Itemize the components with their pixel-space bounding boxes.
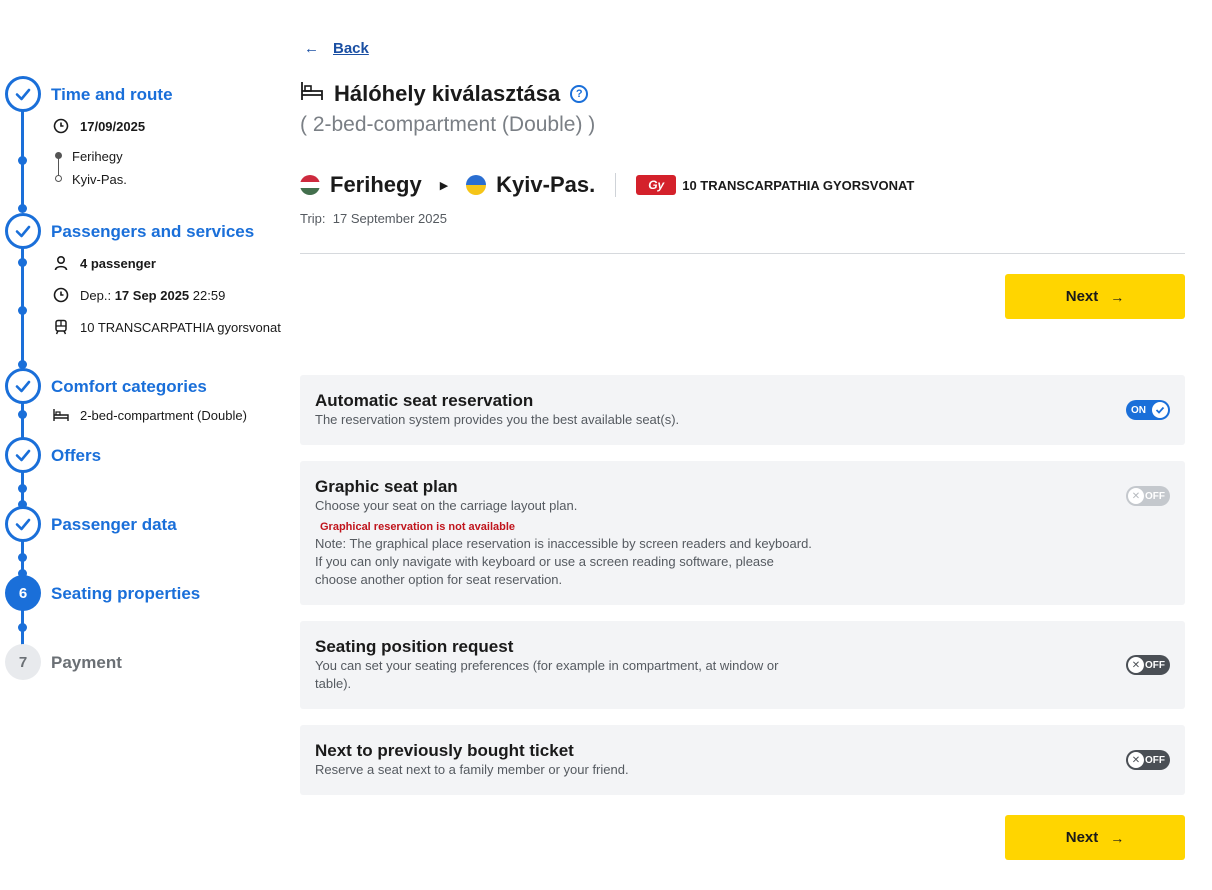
stepper-dot <box>18 553 27 562</box>
option-graphic-seat-plan: Graphic seat plan Choose your seat on th… <box>300 461 1185 605</box>
toggle-label: OFF <box>1145 659 1165 671</box>
back-link[interactable]: ← Back <box>304 40 369 57</box>
next-label: Next <box>1065 829 1099 846</box>
ukraine-flag-icon <box>466 175 487 195</box>
option-next-to-previous-ticket: Next to previously bought ticket Reserve… <box>300 725 1185 795</box>
comfort-category: 2-bed-compartment (Double) <box>80 407 247 423</box>
stepper-dot <box>18 204 27 213</box>
train-icon <box>52 318 70 336</box>
option-note: Note: The graphical place reservation is… <box>315 536 812 587</box>
step-detail-departure: Dep.: 17 Sep 2025 22:59 <box>52 286 225 304</box>
stepper-dot <box>18 410 27 419</box>
option-title: Automatic seat reservation <box>315 391 534 410</box>
page-title: Hálóhely kiválasztása <box>334 80 561 106</box>
option-description: Reserve a seat next to a family member o… <box>315 762 629 777</box>
bed-icon <box>52 406 70 424</box>
help-icon[interactable]: ? <box>570 84 589 103</box>
train-name: 10 TRANSCARPATHIA GYORSVONAT <box>682 177 915 193</box>
step-title-payment: Payment <box>51 653 122 672</box>
arrow-left-icon: ← <box>304 40 319 57</box>
option-description: You can set your seating preferences (fo… <box>315 658 779 691</box>
option-description: Choose your seat on the carriage layout … <box>315 498 578 513</box>
next-label: Next <box>1065 288 1099 305</box>
step-number-current: 6 <box>5 575 41 611</box>
route-from-station: Ferihegy <box>330 172 422 197</box>
route-date: 17/09/2025 <box>80 118 146 134</box>
train-name: 10 TRANSCARPATHIA gyorsvonat <box>80 319 281 335</box>
trip-label: Trip: <box>300 211 326 226</box>
step-title-offers[interactable]: Offers <box>51 446 101 466</box>
toggle-label: ON <box>1131 404 1146 416</box>
step-done-check-icon[interactable] <box>5 506 41 542</box>
person-icon <box>52 254 70 272</box>
route-summary: Ferihegy ▶ Kyiv-Pas. Gy 10 TRANSCARPATHI… <box>300 170 914 200</box>
trip-date: Trip: 17 September 2025 <box>300 211 447 226</box>
stepper-dot <box>18 623 27 632</box>
stepper-rail <box>21 403 24 438</box>
stepper-dot <box>18 306 27 315</box>
automatic-reservation-toggle[interactable]: ON <box>1126 400 1170 420</box>
route-origin-dot <box>55 152 62 159</box>
bed-icon <box>300 80 324 107</box>
check-icon <box>1152 402 1168 418</box>
option-title: Seating position request <box>315 637 514 656</box>
departure-date: 17 Sep 2025 <box>114 287 190 303</box>
step-title-comfort[interactable]: Comfort categories <box>51 377 207 397</box>
step-done-check-icon[interactable] <box>5 437 41 473</box>
next-to-ticket-toggle[interactable]: ✕ OFF <box>1126 750 1170 770</box>
step-title-passenger-data[interactable]: Passenger data <box>51 515 177 535</box>
next-button-top[interactable]: Next → <box>1005 274 1185 319</box>
step-done-check-icon[interactable] <box>5 368 41 404</box>
hungary-flag-icon <box>300 175 320 195</box>
divider <box>300 253 1185 254</box>
step-done-check-icon[interactable] <box>5 76 41 112</box>
x-icon: ✕ <box>1128 657 1144 673</box>
step-detail-date: 17/09/2025 <box>52 117 145 135</box>
x-icon: ✕ <box>1128 488 1144 504</box>
arrow-right-icon: → <box>1110 829 1125 846</box>
clock-icon <box>52 117 70 135</box>
step-detail-comfort: 2-bed-compartment (Double) <box>52 406 247 424</box>
route-to: Kyiv-Pas. <box>72 172 127 187</box>
train-category-logo: Gy <box>636 175 677 195</box>
page-header: Hálóhely kiválasztása ? <box>300 80 589 107</box>
progress-stepper: Time and route 17/09/2025 Ferihegy Kyiv-… <box>0 0 290 890</box>
step-title-time-route[interactable]: Time and route <box>51 85 173 105</box>
page-subtitle: ( 2-bed-compartment (Double) ) <box>300 113 596 136</box>
warning-message: Graphical reservation is not available <box>320 521 516 533</box>
stepper-dot <box>18 258 27 267</box>
option-description: The reservation system provides you the … <box>315 412 680 427</box>
clock-icon <box>52 286 70 304</box>
option-automatic-seat-reservation: Automatic seat reservation The reservati… <box>300 375 1185 445</box>
step-detail-train: 10 TRANSCARPATHIA gyorsvonat <box>52 318 281 336</box>
stepper-dot <box>18 484 27 493</box>
back-label[interactable]: Back <box>333 40 369 57</box>
next-button-bottom[interactable]: Next → <box>1005 815 1185 860</box>
graphic-seat-plan-toggle[interactable]: ✕ OFF <box>1126 486 1170 506</box>
option-title: Next to previously bought ticket <box>315 741 574 760</box>
route-line <box>58 156 59 176</box>
route-from: Ferihegy <box>72 149 123 164</box>
divider <box>615 173 617 197</box>
toggle-label: OFF <box>1145 754 1165 766</box>
step-detail-passengers: 4 passenger <box>52 254 156 272</box>
route-arrow-icon: ▶ <box>439 179 449 192</box>
step-title-passengers[interactable]: Passengers and services <box>51 222 254 242</box>
option-title: Graphic seat plan <box>315 477 458 496</box>
trip-date-value: 17 September 2025 <box>332 211 447 226</box>
passenger-count: 4 passenger <box>80 255 156 271</box>
arrow-right-icon: → <box>1110 288 1125 305</box>
seating-position-toggle[interactable]: ✕ OFF <box>1126 655 1170 675</box>
option-seating-position-request: Seating position request You can set you… <box>300 621 1185 709</box>
step-number-todo: 7 <box>5 644 41 680</box>
departure-label: Dep.: <box>80 287 112 303</box>
step-title-seating: Seating properties <box>51 584 201 603</box>
departure-time: 22:59 <box>192 287 226 303</box>
route-destination-dot <box>55 175 62 182</box>
route-to-station: Kyiv-Pas. <box>496 172 596 197</box>
stepper-dot <box>18 156 27 165</box>
x-icon: ✕ <box>1128 752 1144 768</box>
step-done-check-icon[interactable] <box>5 213 41 249</box>
toggle-label: OFF <box>1145 490 1165 502</box>
